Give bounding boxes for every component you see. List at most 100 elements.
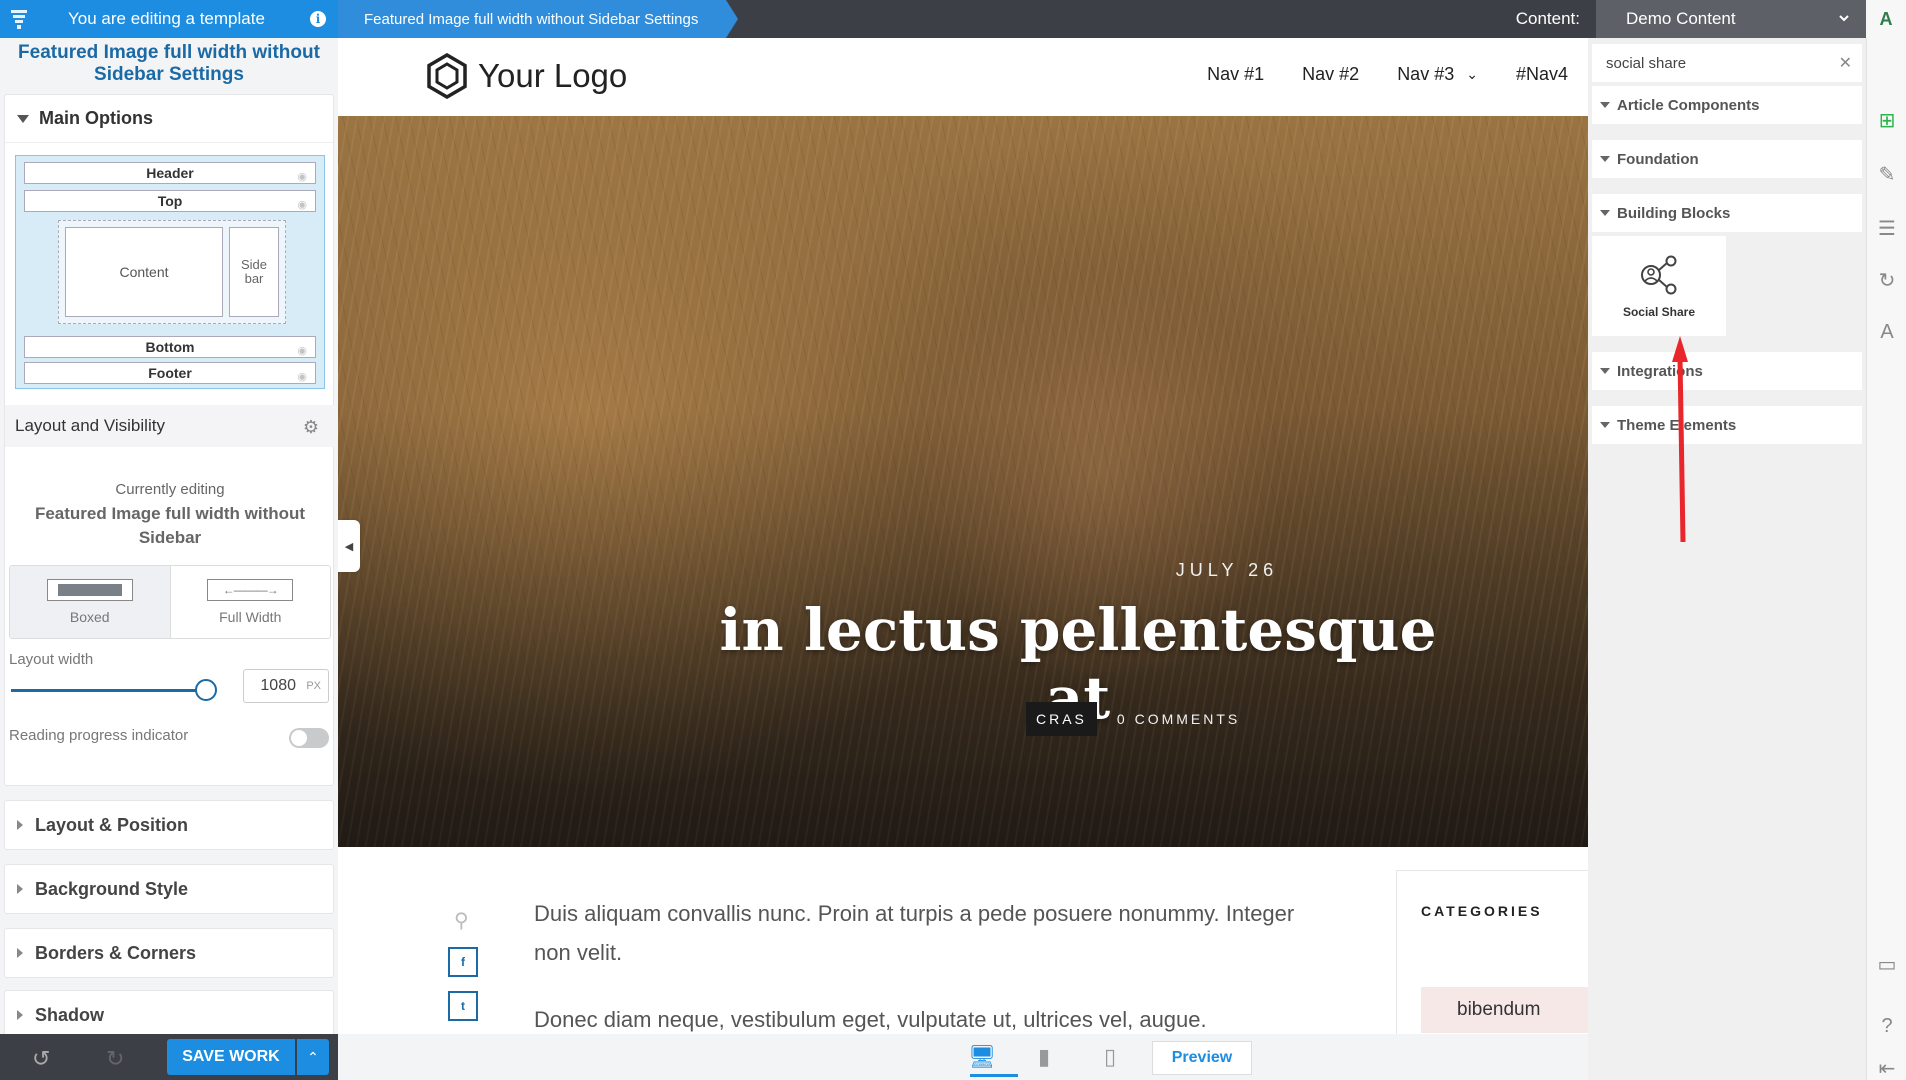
caret-down-icon xyxy=(1600,102,1610,108)
layout-visibility-row[interactable]: Layout and Visibility ⚙ xyxy=(5,405,335,447)
article-paragraph: Duis aliquam convallis nunc. Proin at tu… xyxy=(534,901,1295,965)
mobile-icon[interactable]: ▯ xyxy=(1104,1044,1116,1070)
layout-width-slider-track[interactable] xyxy=(11,689,207,692)
layout-part-header[interactable]: Header ◉ xyxy=(24,162,316,184)
category-tag[interactable] xyxy=(1573,987,1588,1033)
tablet-icon[interactable]: ▮ xyxy=(1038,1044,1050,1070)
layout-part-content[interactable]: Content xyxy=(65,227,223,317)
breadcrumb[interactable]: Featured Image full width without Sideba… xyxy=(338,0,738,38)
nav-item-4[interactable]: #Nav4 xyxy=(1516,64,1568,85)
twitter-share-button[interactable]: t xyxy=(448,991,478,1021)
nav-item-1[interactable]: Nav #1 xyxy=(1207,64,1264,85)
sliders-icon[interactable]: ☰ xyxy=(1867,208,1906,248)
section-background-style[interactable]: Background Style xyxy=(4,864,334,914)
full-width-option[interactable]: Full Width xyxy=(171,566,331,638)
section-building-blocks[interactable]: Building Blocks xyxy=(1592,194,1862,232)
eye-icon[interactable]: ◉ xyxy=(297,195,307,215)
article-paragraph: Donec diam neque, vestibulum eget, vulpu… xyxy=(534,1007,1207,1032)
layout-width-input[interactable]: 1080 PX xyxy=(243,669,329,703)
share-icon: ⚲ xyxy=(454,910,469,932)
layout-part-footer[interactable]: Footer ◉ xyxy=(24,362,316,384)
app-logo-icon[interactable] xyxy=(0,0,38,38)
hero-featured-image[interactable]: JULY 26 in lectus pellentesque at CRAS 0… xyxy=(338,116,1588,847)
add-elements-panel: social share ✕ Article Components Founda… xyxy=(1588,38,1866,1080)
panel-icon[interactable]: ▭ xyxy=(1867,944,1906,984)
site-nav: Nav #1 Nav #2 Nav #3 ⌄ #Nav4 xyxy=(1169,64,1568,85)
caret-down-icon xyxy=(1600,156,1610,162)
site-header: Your Logo Nav #1 Nav #2 Nav #3 ⌄ #Nav4 xyxy=(338,38,1588,116)
reading-progress-label: Reading progress indicator xyxy=(9,727,189,744)
exit-icon[interactable]: ⇤ xyxy=(1867,1048,1906,1080)
bottom-bar: ↺ ↻ SAVE WORK ⌃ xyxy=(0,1034,338,1080)
collapse-panel-handle[interactable]: ◀ xyxy=(338,520,360,572)
info-icon[interactable]: i xyxy=(310,11,326,27)
hero-overlay xyxy=(338,116,1588,847)
panel-title: Featured Image full width without Sideba… xyxy=(18,42,320,85)
device-bar: 🖥 ▮ ▯ Preview xyxy=(338,1034,1588,1080)
widget-title: CATEGORIES xyxy=(1421,903,1543,919)
section-integrations[interactable]: Integrations xyxy=(1592,352,1862,390)
boxed-layout-icon xyxy=(46,579,133,601)
width-mode-toggle: Boxed Full Width xyxy=(9,565,331,639)
gear-icon[interactable]: ⚙ xyxy=(303,417,319,438)
currently-editing: Currently editing Featured Image full wi… xyxy=(34,481,306,547)
typography-icon[interactable]: A xyxy=(1867,312,1906,352)
layout-width-label: Layout width xyxy=(9,651,94,668)
layout-diagram: Header ◉ Top ◉ Content Side bar Bottom ◉… xyxy=(15,155,325,389)
save-button[interactable]: SAVE WORK xyxy=(167,1039,295,1075)
main-options-header[interactable]: Main Options xyxy=(5,95,333,143)
rail-logo-icon: A xyxy=(1866,0,1906,38)
reading-progress-toggle[interactable] xyxy=(289,728,329,748)
post-date: JULY 26 xyxy=(1175,560,1279,580)
post-category[interactable]: CRAS xyxy=(1026,702,1097,736)
eye-icon[interactable]: ◉ xyxy=(297,341,307,361)
search-input[interactable]: social share ✕ xyxy=(1592,44,1862,82)
redo-icon[interactable]: ↻ xyxy=(106,1046,124,1072)
settings-panel: Featured Image full width without Sideba… xyxy=(0,38,338,1034)
layout-part-sidebar[interactable]: Side bar xyxy=(229,227,279,317)
eye-icon[interactable]: ◉ xyxy=(297,167,307,187)
section-layout-position[interactable]: Layout & Position xyxy=(4,800,334,850)
layout-middle: Content Side bar xyxy=(58,220,286,324)
layout-width-slider-handle[interactable] xyxy=(195,679,217,701)
page-preview: Your Logo Nav #1 Nav #2 Nav #3 ⌄ #Nav4 J… xyxy=(338,38,1588,1034)
nav-item-3[interactable]: Nav #3 ⌄ xyxy=(1397,64,1478,85)
clear-search-icon[interactable]: ✕ xyxy=(1839,53,1852,73)
top-bar: You are editing a template i Featured Im… xyxy=(0,0,1906,38)
boxed-option[interactable]: Boxed xyxy=(10,566,171,638)
section-theme-elements[interactable]: Theme Elements xyxy=(1592,406,1862,444)
post-meta: CRAS 0 COMMENTS xyxy=(1026,702,1240,736)
category-tag[interactable]: bibendum xyxy=(1421,987,1577,1033)
content-select[interactable]: Demo Content xyxy=(1596,0,1866,38)
chevron-down-icon xyxy=(1839,15,1849,22)
social-share-tile[interactable]: Social Share xyxy=(1592,236,1726,336)
eye-icon[interactable]: ◉ xyxy=(297,367,307,387)
help-icon[interactable]: ? xyxy=(1867,1006,1906,1046)
full-width-layout-icon xyxy=(207,579,294,601)
undo-icon[interactable]: ↺ xyxy=(32,1046,50,1072)
preview-button[interactable]: Preview xyxy=(1152,1041,1252,1075)
layout-part-bottom[interactable]: Bottom ◉ xyxy=(24,336,316,358)
desktop-icon[interactable]: 🖥 xyxy=(968,1044,996,1070)
hexagon-logo-icon xyxy=(427,53,467,99)
main-options-card: Main Options Header ◉ Top ◉ Content Side… xyxy=(4,94,335,786)
social-share-icon xyxy=(1641,255,1677,295)
section-article-components[interactable]: Article Components xyxy=(1592,86,1862,124)
facebook-share-button[interactable]: f xyxy=(448,947,478,977)
site-logo[interactable]: Your Logo xyxy=(426,53,627,99)
post-comments[interactable]: 0 COMMENTS xyxy=(1117,711,1240,727)
caret-right-icon xyxy=(17,884,23,894)
layout-part-top[interactable]: Top ◉ xyxy=(24,190,316,212)
nav-item-2[interactable]: Nav #2 xyxy=(1302,64,1359,85)
section-foundation[interactable]: Foundation xyxy=(1592,140,1862,178)
save-options-chevron-up-icon[interactable]: ⌃ xyxy=(297,1039,329,1075)
social-share-column: ⚲ f t xyxy=(448,908,478,1021)
section-shadow[interactable]: Shadow xyxy=(4,990,334,1034)
sync-icon[interactable]: ↻ xyxy=(1867,260,1906,300)
brush-icon[interactable]: ✎ xyxy=(1867,154,1906,194)
caret-right-icon xyxy=(17,1010,23,1020)
caret-down-icon xyxy=(1600,422,1610,428)
add-element-icon[interactable]: ⊞ xyxy=(1867,100,1906,140)
section-borders-corners[interactable]: Borders & Corners xyxy=(4,928,334,978)
caret-right-icon xyxy=(17,820,23,830)
